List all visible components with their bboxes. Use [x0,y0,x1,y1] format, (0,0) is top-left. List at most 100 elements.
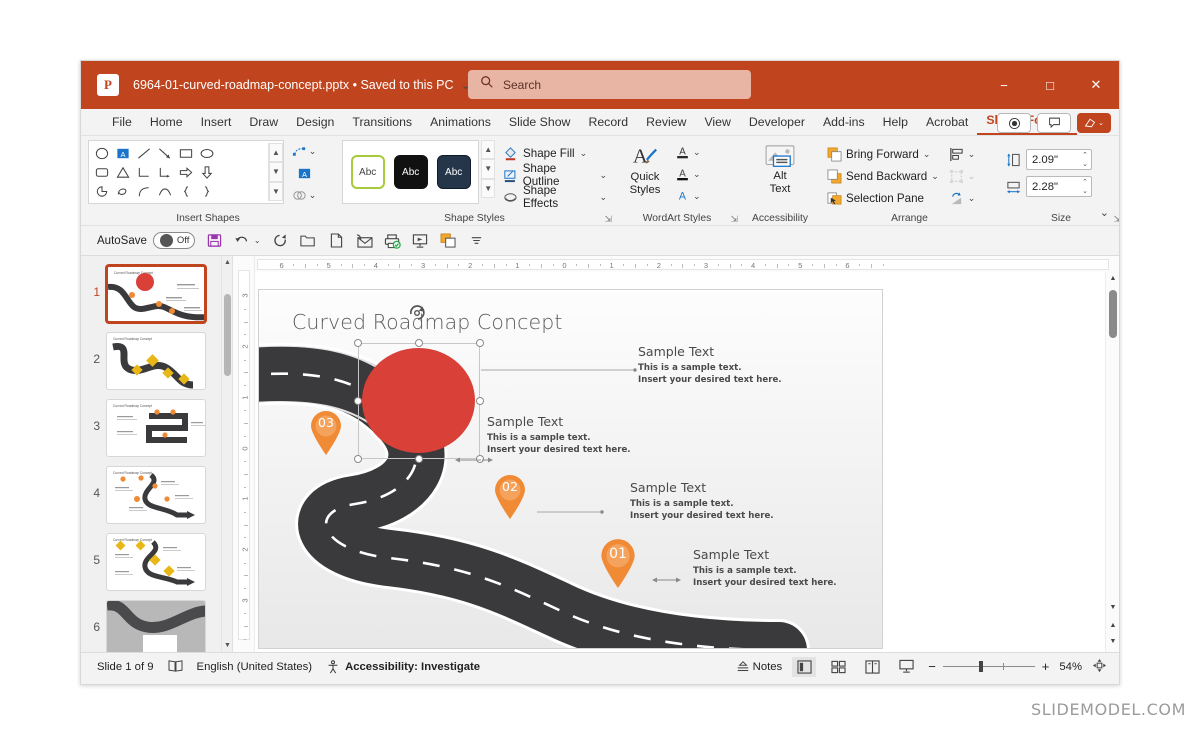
shapes-more-button[interactable]: ▼ [269,181,283,201]
scribble-shape-icon[interactable] [115,184,131,199]
undo-chevron-icon[interactable]: ⌄ [254,236,261,245]
zoom-track[interactable] [942,661,1035,672]
shape-style-preset-2[interactable]: Abc [393,155,428,189]
triangle-shape-icon[interactable] [115,165,131,180]
down-arrow-shape-icon[interactable] [199,165,215,180]
chevron-down-icon[interactable]: ⌄ [580,148,588,159]
textbox-shape-icon[interactable]: A [115,146,131,161]
chevron-down-icon[interactable]: ⌄ [693,169,701,180]
slide-count-label[interactable]: Slide 1 of 9 [97,661,154,673]
close-button[interactable]: ✕ [1073,61,1119,109]
open-folder-icon[interactable] [300,232,317,249]
edit-shape-button[interactable]: ⌄ [287,142,321,161]
fit-to-window-button[interactable] [1092,658,1107,676]
share-button[interactable]: ⌄ [1077,113,1111,133]
start-from-beginning-icon[interactable] [412,232,429,249]
alt-text-button[interactable]: Alt Text [756,140,804,196]
line-shape-icon[interactable] [136,146,152,161]
shape-style-preset-3[interactable]: Abc [436,155,471,189]
draw-textbox-button[interactable]: A [287,164,321,183]
collapse-ribbon-button[interactable]: ⌄ [1100,206,1109,219]
zoom-knob[interactable] [978,661,983,672]
elbow-connector-shape-icon[interactable] [136,165,152,180]
scroll-thumb[interactable] [1109,290,1117,338]
zoom-out-button[interactable]: − [928,659,936,674]
rectangle-shape-icon[interactable] [178,146,194,161]
quick-styles-button[interactable]: A Quick Styles [621,140,669,197]
right-arrow-shape-icon[interactable] [178,165,194,180]
chevron-down-icon[interactable]: ⌄ [968,193,976,204]
merge-shapes-button[interactable]: ⌄ [287,186,321,205]
shape-style-preset-1[interactable]: Abc [350,155,385,189]
shape-styles-dialog-launcher[interactable]: ⇲ [604,214,612,225]
tab-view[interactable]: View [695,111,739,135]
thumbnail-scroll-down-button[interactable]: ▼ [222,639,232,652]
slide-thumbnail-1[interactable]: Curved Roadmap Concept [106,265,206,323]
tab-record[interactable]: Record [579,111,637,135]
callout-2[interactable]: Sample Text This is a sample text. Inser… [487,414,631,456]
tab-draw[interactable]: Draw [240,111,287,135]
save-icon[interactable] [206,232,223,249]
maximize-button[interactable]: □ [1027,61,1073,109]
elbow-arrow-connector-shape-icon[interactable] [157,165,173,180]
tab-acrobat[interactable]: Acrobat [917,111,977,135]
slide-thumbnail-2[interactable]: Curved Roadmap Concept [106,332,206,390]
slide-sorter-view-button[interactable] [826,657,850,677]
shape-effects-button[interactable]: Shape Effects ⌄ [503,184,607,210]
wordart-dialog-launcher[interactable]: ⇲ [730,214,738,225]
slide-vertical-scrollbar[interactable]: ▲ ▼ ▲ ▼ [1105,272,1119,652]
styles-more-button[interactable]: ▼ [481,178,496,198]
group-objects-button[interactable]: ⌄ [949,165,975,187]
curve-shape-icon[interactable] [157,184,173,199]
rotate-objects-button[interactable]: ⌄ [949,187,976,209]
text-fill-button[interactable]: A ⌄ [675,142,701,162]
tab-design[interactable]: Design [287,111,343,135]
text-outline-button[interactable]: A ⌄ [675,164,701,184]
slideshow-view-button[interactable] [894,657,918,677]
slide-thumbnail-3[interactable]: Curved Roadmap Concept [106,399,206,457]
comments-button[interactable] [1037,113,1071,133]
callout-4[interactable]: Sample Text This is a sample text. Inser… [693,547,837,589]
shapes-scroll-up-button[interactable]: ▲ [269,143,283,163]
arrow-line-shape-icon[interactable] [157,146,173,161]
styles-scroll-up-button[interactable]: ▲ [481,140,496,160]
thumbnail-scroll-up-button[interactable]: ▲ [222,256,232,269]
zoom-in-button[interactable]: + [1042,659,1050,674]
styles-scroll-down-button[interactable]: ▼ [481,159,496,179]
tab-developer[interactable]: Developer [740,111,814,135]
minimize-button[interactable]: − [981,61,1027,109]
scroll-down-button[interactable]: ▼ [1106,601,1119,614]
undo-icon[interactable] [234,232,251,249]
new-file-icon[interactable] [328,232,345,249]
shape-styles-scrollbar[interactable]: ▲ ▼ ▼ [481,140,496,198]
notes-button[interactable]: Notes [736,660,782,674]
shapes-gallery[interactable]: A ▲ ▼ ▼ [88,140,284,204]
redo-icon[interactable] [272,232,289,249]
quick-print-icon[interactable] [384,232,401,249]
tab-review[interactable]: Review [637,111,695,135]
reading-view-button[interactable] [860,657,884,677]
oval-shape-icon[interactable] [94,146,110,161]
zoom-level-label[interactable]: 54% [1059,661,1082,673]
width-stepper[interactable]: ⌃ ⌄ [1082,178,1088,196]
shape-styles-gallery[interactable]: Abc Abc Abc [342,140,480,204]
shapes-scroll-down-button[interactable]: ▼ [269,162,283,182]
pie-shape-icon[interactable] [94,184,110,199]
slide-thumbnail-6[interactable] [106,600,206,652]
tab-help[interactable]: Help [874,111,917,135]
left-brace-shape-icon[interactable] [178,184,194,199]
align-objects-button[interactable]: ⌄ [949,143,975,165]
zoom-slider[interactable]: − + [928,659,1049,674]
chevron-down-icon[interactable]: ⌄ [923,149,931,160]
duplicate-slide-icon[interactable] [440,232,457,249]
shapes-gallery-scrollbar[interactable]: ▲ ▼ ▼ [268,143,283,201]
shape-fill-button[interactable]: Shape Fill ⌄ [503,142,607,164]
tab-add-ins[interactable]: Add-ins [814,111,874,135]
shape-height-input[interactable]: 2.09" ⌃ ⌄ [1026,149,1092,170]
tab-slide-show[interactable]: Slide Show [500,111,580,135]
record-button[interactable] [997,113,1031,133]
accessibility-status[interactable]: Accessibility: Investigate [326,659,480,674]
previous-slide-button[interactable]: ▲ [1106,619,1119,632]
chevron-down-icon[interactable]: ⌄ [693,191,701,202]
ellipse-shape-icon[interactable] [199,146,215,161]
